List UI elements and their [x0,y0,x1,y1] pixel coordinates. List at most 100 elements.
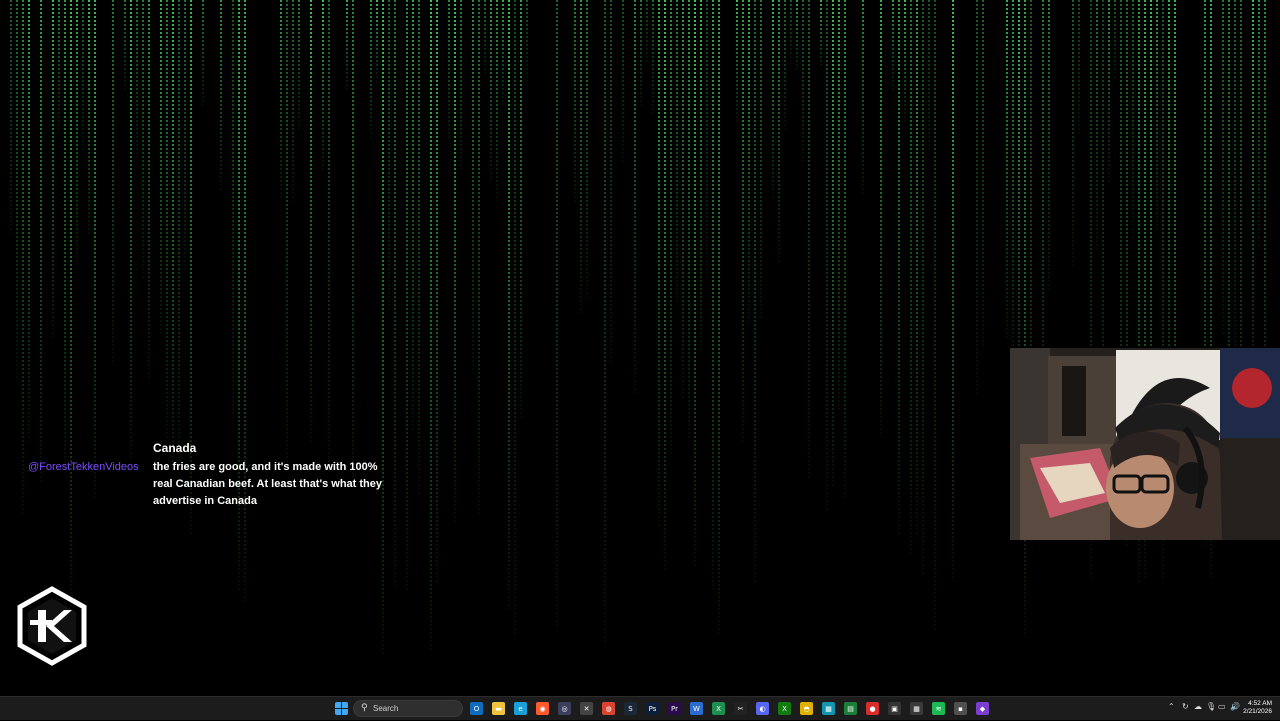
rain-column [130,0,132,458]
rain-column [1048,0,1050,292]
cloud-icon[interactable]: ☁ [1194,702,1202,711]
chrome-canary-icon[interactable]: ◍ [602,702,615,715]
rain-column [1156,0,1158,231]
rain-column [430,0,432,651]
edge-icon[interactable]: e [514,702,527,715]
rain-column [484,0,486,75]
app-gray-icon[interactable]: ✕ [580,702,593,715]
steam-icon[interactable]: S [624,702,637,715]
app-gray-2-icon[interactable]: ▪ [954,702,967,715]
chevron-up-icon[interactable]: ⌃ [1168,702,1175,711]
rain-column [148,0,150,378]
rain-column [1072,0,1074,266]
rain-column [820,0,822,69]
rain-column [892,0,894,91]
rain-column [712,0,714,589]
rain-column [136,0,138,159]
discord-icon[interactable]: ◐ [756,702,769,715]
search-icon: ⚲ [361,703,368,713]
spotify-icon[interactable]: ≋ [932,702,945,715]
rain-column [376,0,378,82]
obs-icon[interactable]: ◎ [558,702,571,715]
rain-column [952,0,954,581]
rain-column [190,0,192,536]
rain-column [328,0,330,467]
rain-column [982,0,984,348]
rain-column [976,0,978,395]
rain-column [286,0,288,472]
rain-column [52,0,54,340]
rain-column [58,0,60,133]
rain-column [10,0,12,233]
rain-column [796,0,798,72]
rain-column [406,0,408,592]
firefox-icon[interactable]: ◉ [536,702,549,715]
rain-column [652,0,654,114]
capcut-icon[interactable]: ✂ [734,702,747,715]
rain-column [310,0,312,442]
rain-column [580,0,582,313]
taskbar-search-box[interactable]: ⚲ Search [353,700,463,717]
rain-column [1114,0,1116,79]
rain-column [916,0,918,534]
rain-column [574,0,576,205]
outlook-icon[interactable]: O [470,702,483,715]
rain-column [82,0,84,151]
rain-column [490,0,492,181]
rain-column [634,0,636,393]
rain-column [670,0,672,457]
rain-column [88,0,90,236]
microphone-icon[interactable]: 🎙 [1206,702,1216,711]
rain-column [16,0,18,379]
rain-column [1108,0,1110,183]
rain-column [790,0,792,60]
rain-column [70,0,72,607]
rain-column [586,0,588,298]
rain-column [688,0,690,439]
rain-column [184,0,186,270]
windows-start-icon[interactable] [335,702,348,715]
rain-column [910,0,912,553]
file-explorer-icon[interactable]: ▬ [492,702,505,715]
rain-column [472,0,474,373]
xbox-icon[interactable]: X [778,702,791,715]
app-purple-icon[interactable]: ◆ [976,702,989,715]
rain-column [928,0,930,152]
calculator-icon[interactable]: ▦ [910,702,923,715]
app-dark-icon[interactable]: ▣ [888,702,901,715]
rain-column [772,0,774,198]
rain-column [1252,0,1254,391]
rain-column [40,0,42,484]
rain-column [694,0,696,567]
rain-column [436,0,438,583]
premiere-icon[interactable]: Pr [668,702,681,715]
clock-time: 4:52 AM [1248,700,1272,707]
rain-column [520,0,522,420]
excel-icon[interactable]: X [712,702,725,715]
rain-column [502,0,504,105]
rain-column [460,0,462,172]
rain-column [292,0,294,201]
rain-column [1024,0,1026,637]
rain-column [160,0,162,334]
rain-column [610,0,612,365]
volume-icon[interactable]: 🔊 [1230,702,1240,711]
rain-column [658,0,660,526]
clock[interactable]: 4:52 AM 2/21/2026 [1243,700,1272,716]
rain-column [1132,0,1134,239]
rain-column [202,0,204,106]
app-green-icon[interactable]: ▤ [844,702,857,715]
ethernet-icon[interactable]: ▭ [1218,702,1226,711]
rain-column [322,0,324,172]
chrome-icon[interactable]: ◓ [800,702,813,715]
chat-username: @ForestTekkenVideos [28,461,139,473]
app-teal-icon[interactable]: ▦ [822,702,835,715]
photoshop-icon[interactable]: Ps [646,702,659,715]
rain-column [124,0,126,92]
word-icon[interactable]: W [690,702,703,715]
network-sync-icon[interactable]: ↻ [1182,702,1189,711]
rain-column [508,0,510,609]
rain-column [1006,0,1008,340]
rain-column [904,0,906,122]
app-red-icon[interactable]: ● [866,702,879,715]
